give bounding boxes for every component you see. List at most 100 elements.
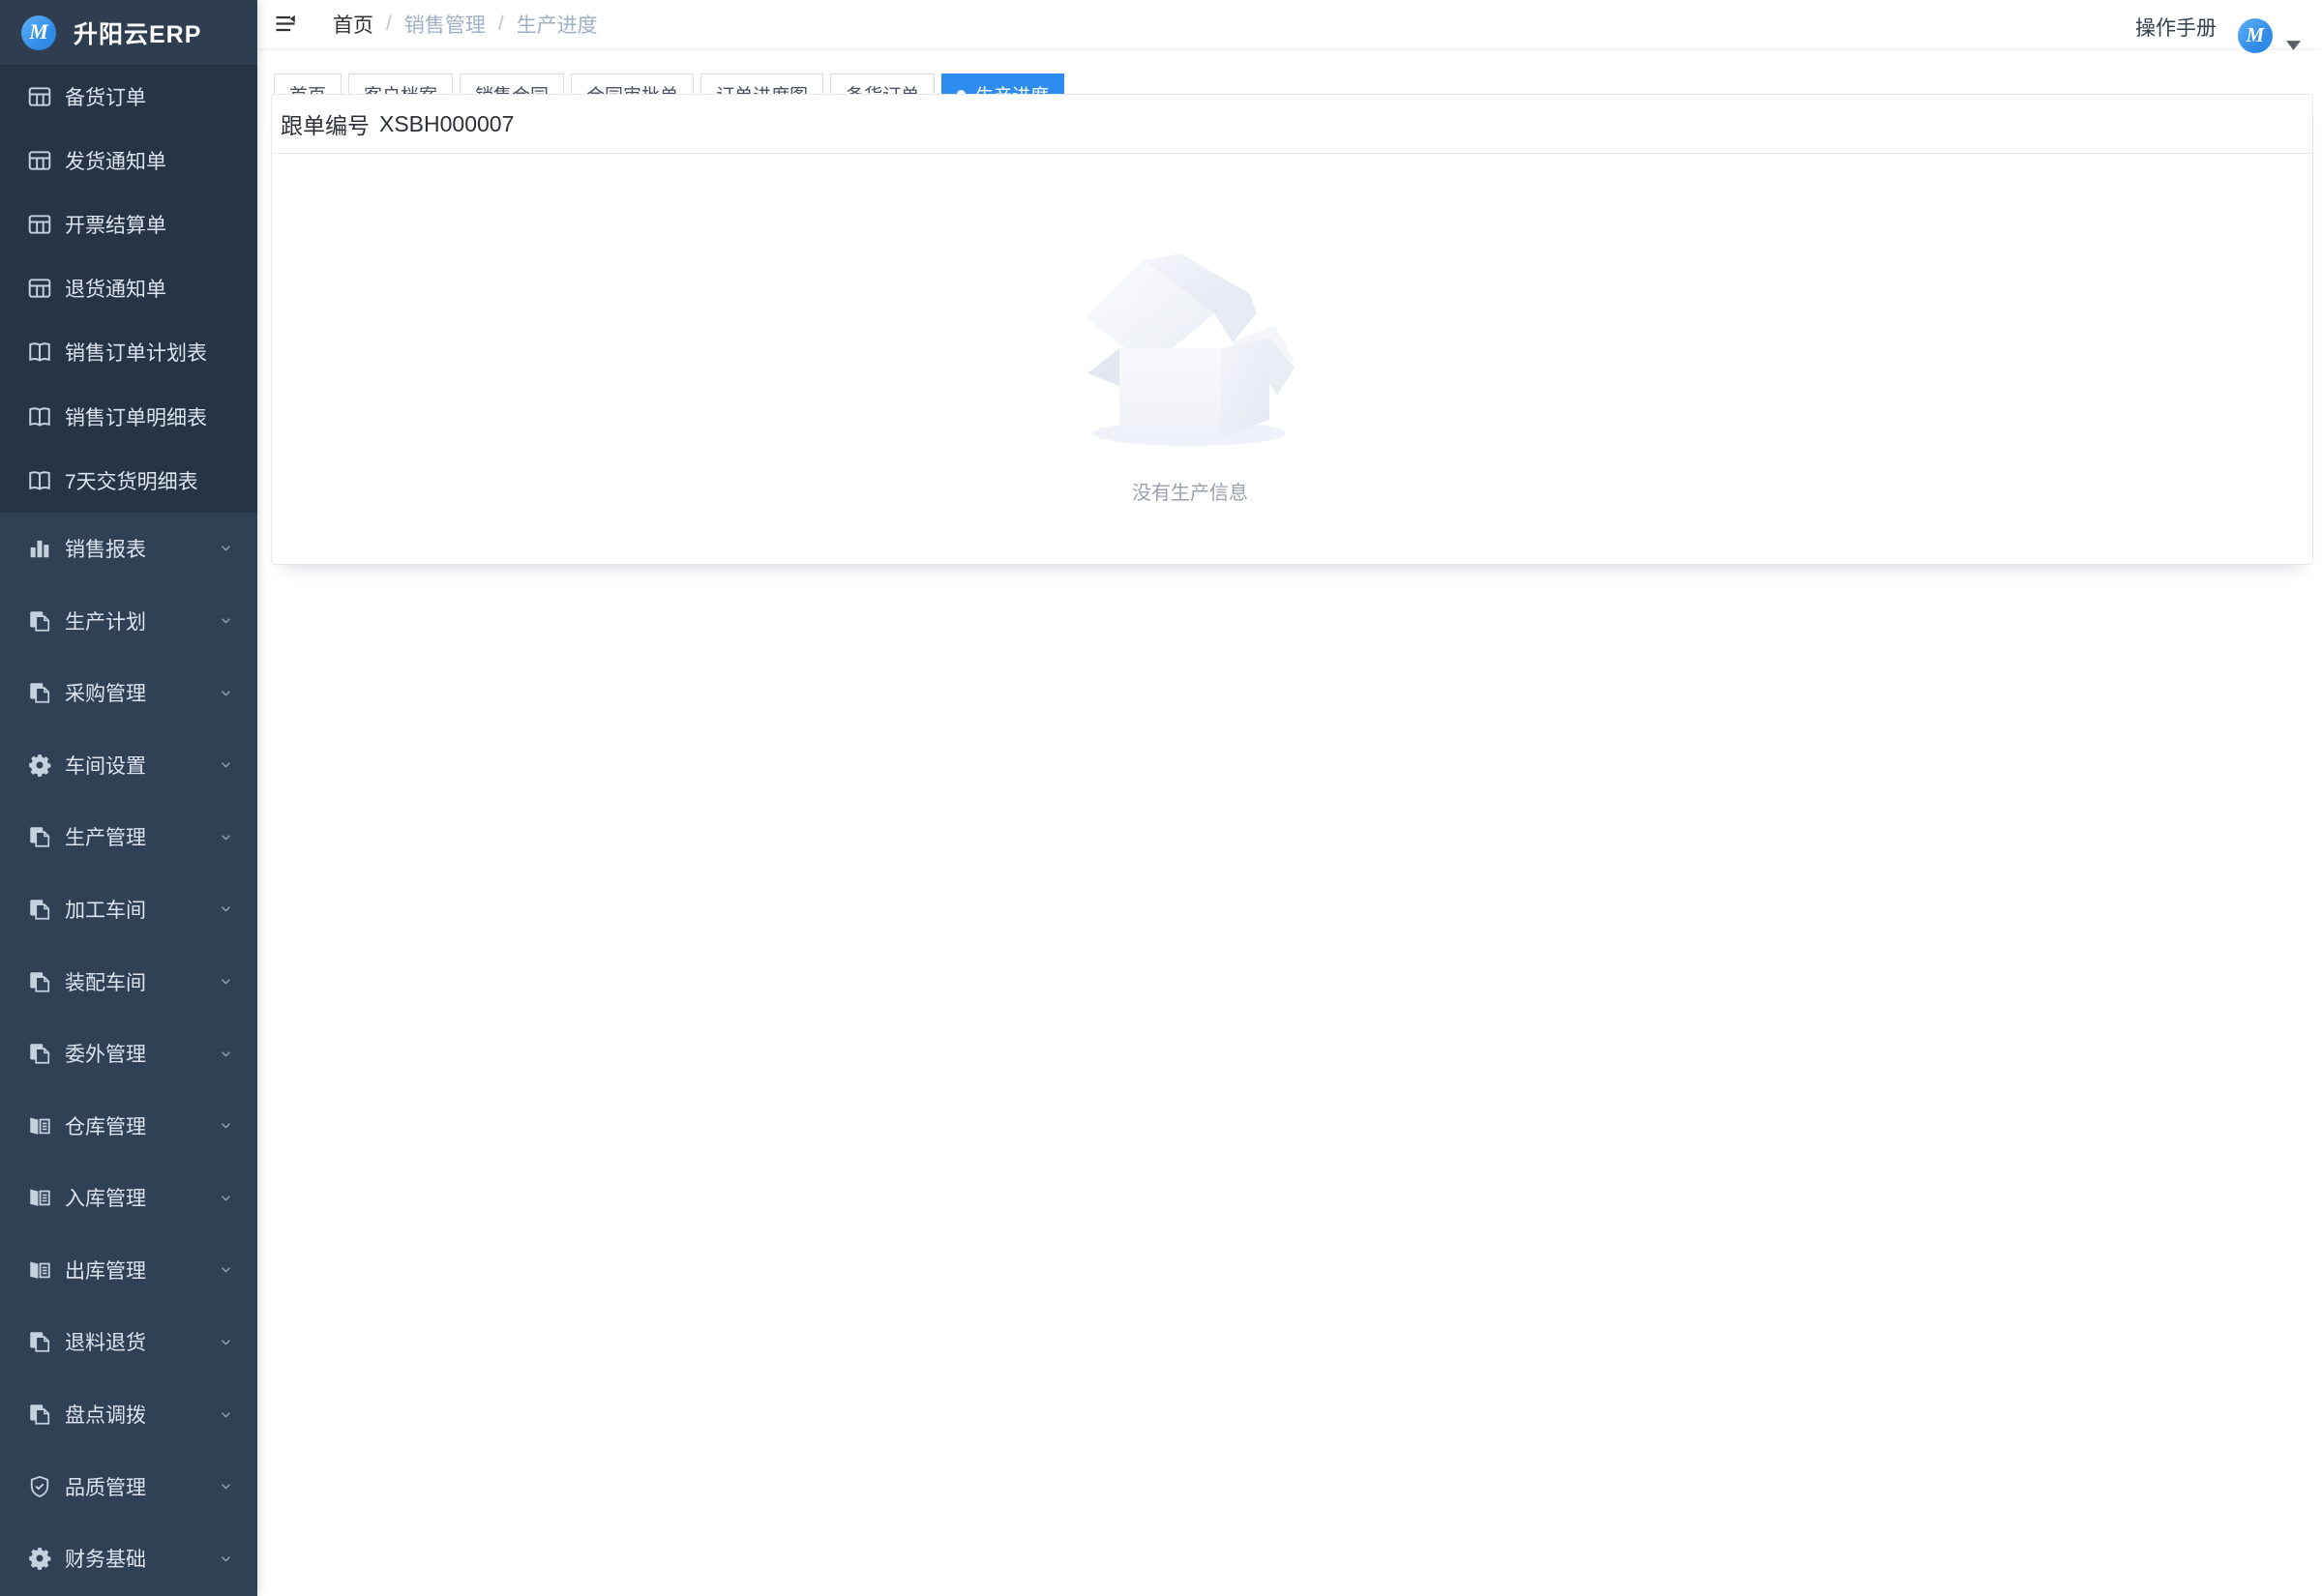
sidebar-item[interactable]: 退料退货: [0, 1306, 257, 1378]
sidebar-item-label: 发货通知单: [65, 146, 234, 175]
empty-state: 没有生产信息: [1045, 253, 1335, 505]
avatar: M: [2238, 18, 2273, 53]
sidebar-item-label: 开票结算单: [65, 210, 234, 239]
chevron-down-icon: [218, 756, 234, 773]
app-logo-header[interactable]: M 升阳云ERP: [0, 0, 257, 65]
app-logo-icon: M: [21, 15, 56, 50]
copy-icon: [27, 680, 52, 705]
user-menu[interactable]: M: [2238, 0, 2301, 53]
sidebar-item[interactable]: 销售订单明细表: [0, 384, 257, 448]
chevron-down-icon: [218, 901, 234, 917]
book-open-icon: [27, 404, 52, 429]
sidebar-item-label: 销售报表: [65, 534, 218, 563]
top-navbar: 首页 / 销售管理 / 生产进度 操作手册 M: [257, 0, 2322, 48]
hamburger-icon[interactable]: [274, 13, 297, 36]
chevron-down-icon: [218, 685, 234, 701]
book-lines-icon: [27, 1113, 52, 1138]
sidebar-item-label: 品质管理: [65, 1472, 218, 1501]
sidebar-item-label: 退货通知单: [65, 274, 234, 303]
sidebar-item-label: 入库管理: [65, 1183, 218, 1212]
sidebar-item-label: 财务基础: [65, 1544, 218, 1573]
sidebar-item-label: 加工车间: [65, 895, 218, 924]
sidebar-item[interactable]: 财务基础: [0, 1522, 257, 1595]
chevron-down-icon: [218, 612, 234, 629]
copy-icon: [27, 1041, 52, 1066]
table-icon: [27, 212, 52, 237]
table-icon: [27, 148, 52, 173]
chevron-down-icon: [218, 1406, 234, 1423]
table-icon: [27, 84, 52, 109]
sidebar-item-label: 7天交货明细表: [65, 466, 234, 495]
copy-icon: [27, 969, 52, 994]
sidebar-item[interactable]: 加工车间: [0, 873, 257, 946]
chevron-down-icon: [218, 1478, 234, 1494]
copy-icon: [27, 1402, 52, 1427]
book-open-icon: [27, 340, 52, 365]
chevron-down-icon: [218, 1261, 234, 1278]
sidebar-item[interactable]: 采购管理: [0, 657, 257, 729]
chevron-down-icon: [218, 540, 234, 556]
sidebar-item-label: 车间设置: [65, 751, 218, 780]
sidebar-item[interactable]: 委外管理: [0, 1018, 257, 1090]
sidebar-item[interactable]: 盘点调拨: [0, 1378, 257, 1451]
breadcrumb-separator: /: [498, 13, 504, 36]
breadcrumb-home[interactable]: 首页: [333, 10, 373, 39]
sidebar-item[interactable]: 装配车间: [0, 945, 257, 1018]
empty-state-text: 没有生产信息: [1045, 477, 1335, 505]
book-lines-icon: [27, 1185, 52, 1210]
sidebar-item[interactable]: 仓库管理: [0, 1089, 257, 1162]
sidebar-menu: 备货订单 发货通知单 开票结算单 退货通知单 销售订单计划表 销售订单明细表 7…: [0, 65, 257, 1596]
sidebar-item[interactable]: 出库管理: [0, 1234, 257, 1307]
breadcrumb-item: 销售管理: [404, 10, 486, 39]
sidebar-item[interactable]: 品质管理: [0, 1450, 257, 1522]
sidebar-item-label: 销售订单明细表: [65, 402, 234, 431]
chevron-down-icon: [218, 973, 234, 990]
sidebar-item[interactable]: 销售订单计划表: [0, 320, 257, 384]
sidebar-item[interactable]: 7天交货明细表: [0, 449, 257, 513]
gear-icon: [27, 753, 52, 778]
tracking-no-label: 跟单编号: [281, 107, 370, 140]
shield-check-icon: [27, 1474, 52, 1499]
sidebar-item-label: 盘点调拨: [65, 1400, 218, 1429]
breadcrumb: 首页 / 销售管理 / 生产进度: [333, 10, 598, 39]
sidebar-item-label: 委外管理: [65, 1039, 218, 1068]
book-open-icon: [27, 468, 52, 493]
breadcrumb-separator: /: [386, 13, 392, 36]
sidebar-item[interactable]: 车间设置: [0, 728, 257, 801]
sidebar-item-label: 退料退货: [65, 1327, 218, 1356]
sidebar-item[interactable]: 退货通知单: [0, 256, 257, 320]
copy-icon: [27, 824, 52, 849]
sidebar-item-label: 仓库管理: [65, 1111, 218, 1140]
sidebar-item[interactable]: 生产管理: [0, 801, 257, 873]
bar-chart-icon: [27, 536, 52, 561]
gear-icon: [27, 1546, 52, 1571]
manual-link[interactable]: 操作手册: [2135, 13, 2217, 42]
panel-header: 跟单编号 XSBH000007: [272, 95, 2312, 154]
book-lines-icon: [27, 1257, 52, 1283]
table-icon: [27, 276, 52, 301]
sidebar-item-label: 装配车间: [65, 967, 218, 996]
sidebar-item[interactable]: 入库管理: [0, 1162, 257, 1234]
tracking-no-value: XSBH000007: [379, 111, 514, 137]
caret-down-icon: [2286, 41, 2301, 50]
sidebar-item-label: 生产管理: [65, 822, 218, 851]
sidebar-item[interactable]: 开票结算单: [0, 192, 257, 256]
navbar-right: 操作手册 M: [2135, 0, 2301, 48]
copy-icon: [27, 608, 52, 634]
chevron-down-icon: [218, 1046, 234, 1062]
copy-icon: [27, 897, 52, 922]
app-title: 升阳云ERP: [74, 15, 201, 50]
chevron-down-icon: [218, 1551, 234, 1567]
sidebar-item-label: 出库管理: [65, 1256, 218, 1285]
sidebar: M 升阳云ERP 备货订单 发货通知单 开票结算单 退货通知单 销售订单计划表 …: [0, 0, 257, 1596]
sidebar-item[interactable]: 发货通知单: [0, 129, 257, 192]
panel-body: 没有生产信息: [272, 154, 2312, 564]
sidebar-item-label: 生产计划: [65, 606, 218, 635]
sidebar-item[interactable]: 销售报表: [0, 513, 257, 585]
sidebar-item[interactable]: 生产计划: [0, 584, 257, 657]
sidebar-item-label: 销售订单计划表: [65, 338, 234, 367]
chevron-down-icon: [218, 829, 234, 845]
sidebar-item-label: 备货订单: [65, 82, 234, 111]
sidebar-item[interactable]: 备货订单: [0, 65, 257, 129]
content-panel: 跟单编号 XSBH000007: [271, 94, 2313, 565]
